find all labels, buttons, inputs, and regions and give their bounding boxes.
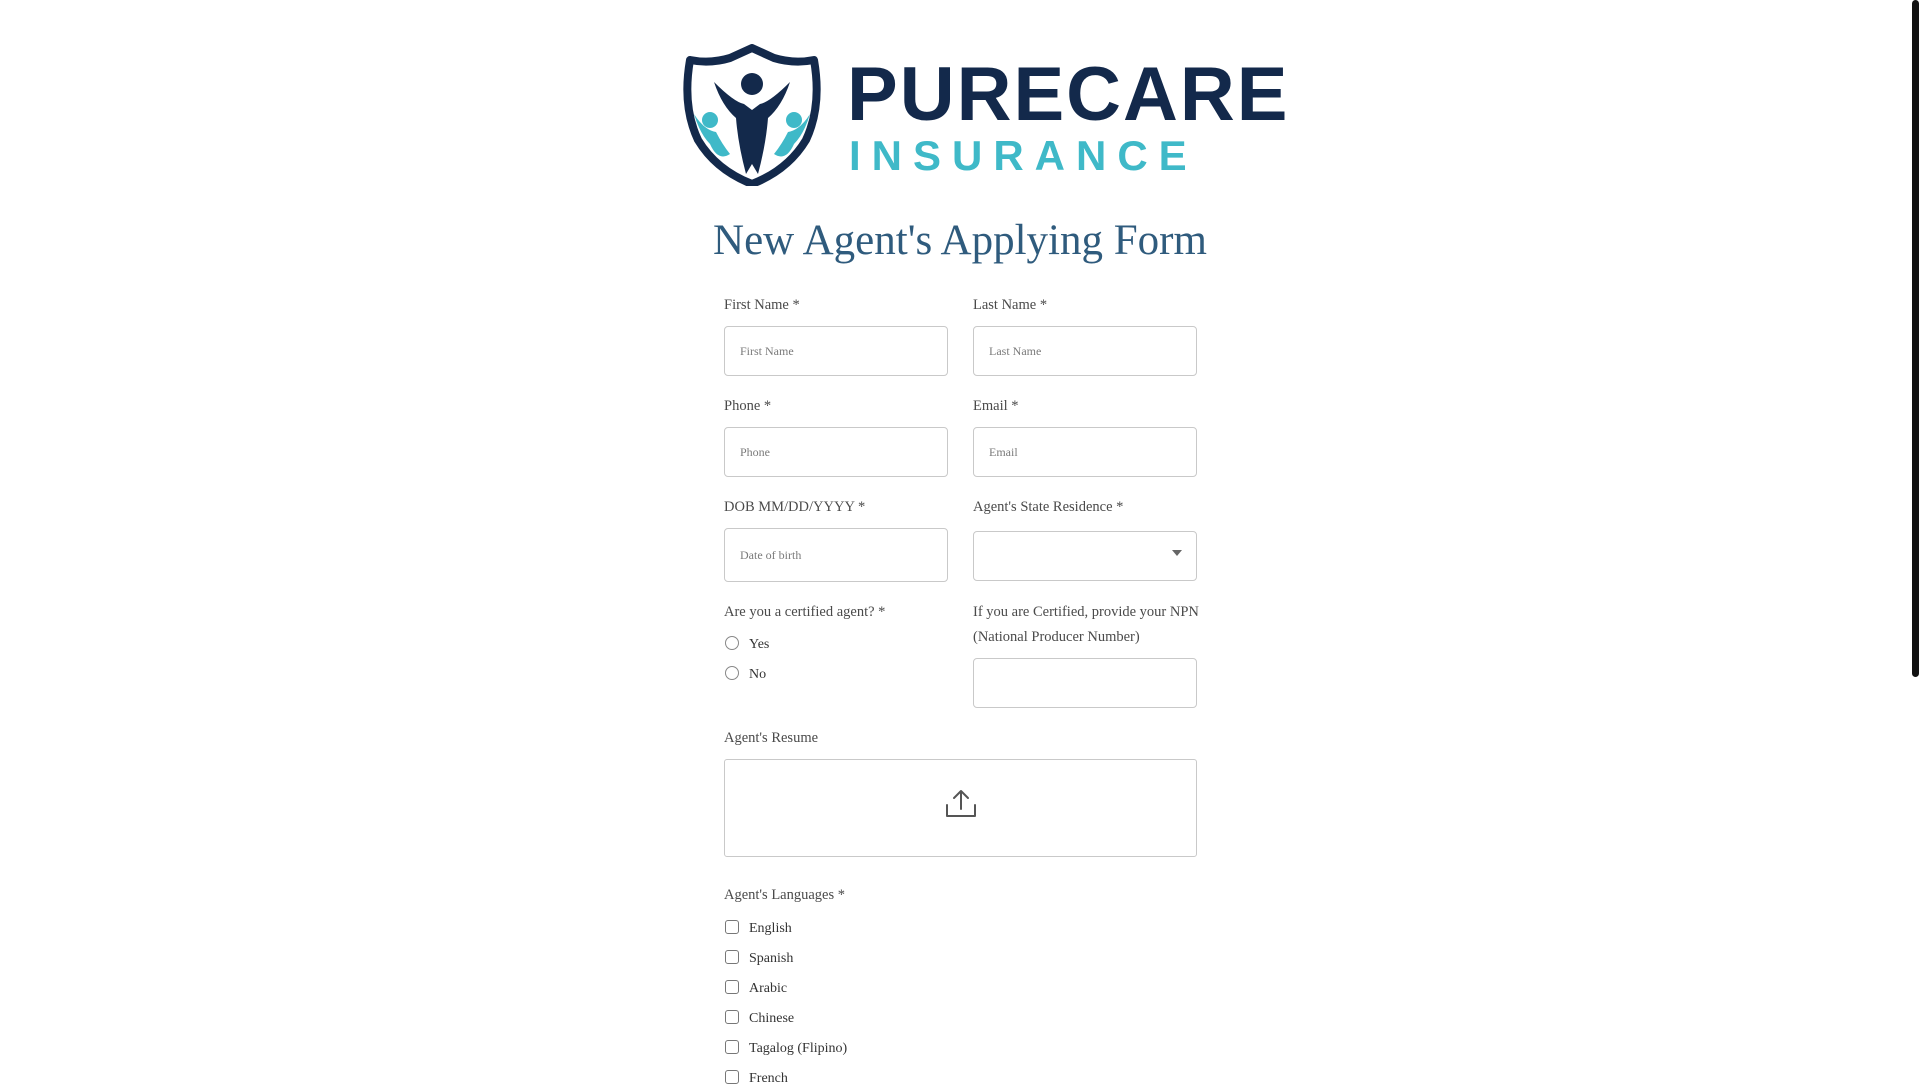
- dob-label: DOB MM/DD/YYYY *: [724, 499, 866, 515]
- chevron-down-icon: [1172, 550, 1182, 556]
- scrollbar-thumb[interactable]: [1912, 0, 1919, 677]
- language-spanish-checkbox[interactable]: [725, 950, 739, 964]
- first-name-label: First Name *: [724, 297, 800, 313]
- shield-people-icon: [683, 44, 821, 186]
- state-select[interactable]: [973, 531, 1197, 581]
- languages-label: Agent's Languages *: [724, 887, 845, 903]
- resume-label: Agent's Resume: [724, 730, 819, 746]
- resume-upload-dropzone[interactable]: [724, 759, 1197, 857]
- last-name-label: Last Name *: [973, 297, 1048, 313]
- npn-input[interactable]: [973, 658, 1197, 708]
- language-spanish-label: Spanish: [749, 951, 794, 966]
- first-name-input[interactable]: [724, 326, 948, 376]
- language-chinese-checkbox[interactable]: [725, 1010, 739, 1024]
- dob-input[interactable]: [724, 528, 948, 582]
- language-arabic-label: Arabic: [749, 981, 788, 996]
- brand-subtitle: INSURANCE: [849, 132, 1198, 179]
- page-title: New Agent's Applying Form: [713, 217, 1207, 264]
- language-english-label: English: [749, 921, 792, 936]
- npn-label-line1: If you are Certified, provide your NPN: [973, 604, 1199, 620]
- state-label: Agent's State Residence *: [973, 499, 1124, 515]
- certified-yes-label: Yes: [749, 637, 770, 652]
- certified-no-label: No: [749, 667, 767, 682]
- brand-name: PURECARE: [847, 52, 1290, 137]
- phone-label: Phone *: [724, 398, 772, 414]
- language-arabic-checkbox[interactable]: [725, 980, 739, 994]
- email-input[interactable]: [973, 427, 1197, 477]
- language-french-label: French: [749, 1071, 788, 1086]
- certified-label: Are you a certified agent? *: [724, 604, 886, 620]
- upload-icon: [946, 790, 976, 817]
- phone-input[interactable]: [724, 427, 948, 477]
- certified-yes-radio[interactable]: [725, 636, 739, 650]
- certified-no-radio[interactable]: [725, 666, 739, 680]
- last-name-input[interactable]: [973, 326, 1197, 376]
- email-label: Email *: [973, 398, 1019, 414]
- npn-label-line2: (National Producer Number): [973, 629, 1140, 645]
- language-english-checkbox[interactable]: [725, 920, 739, 934]
- brand-logo: PURECARE INSURANCE: [682, 44, 1288, 186]
- language-tagalog-label: Tagalog (Flipino): [749, 1041, 848, 1056]
- language-chinese-label: Chinese: [749, 1011, 795, 1026]
- language-french-checkbox[interactable]: [725, 1070, 739, 1084]
- language-tagalog-checkbox[interactable]: [725, 1040, 739, 1054]
